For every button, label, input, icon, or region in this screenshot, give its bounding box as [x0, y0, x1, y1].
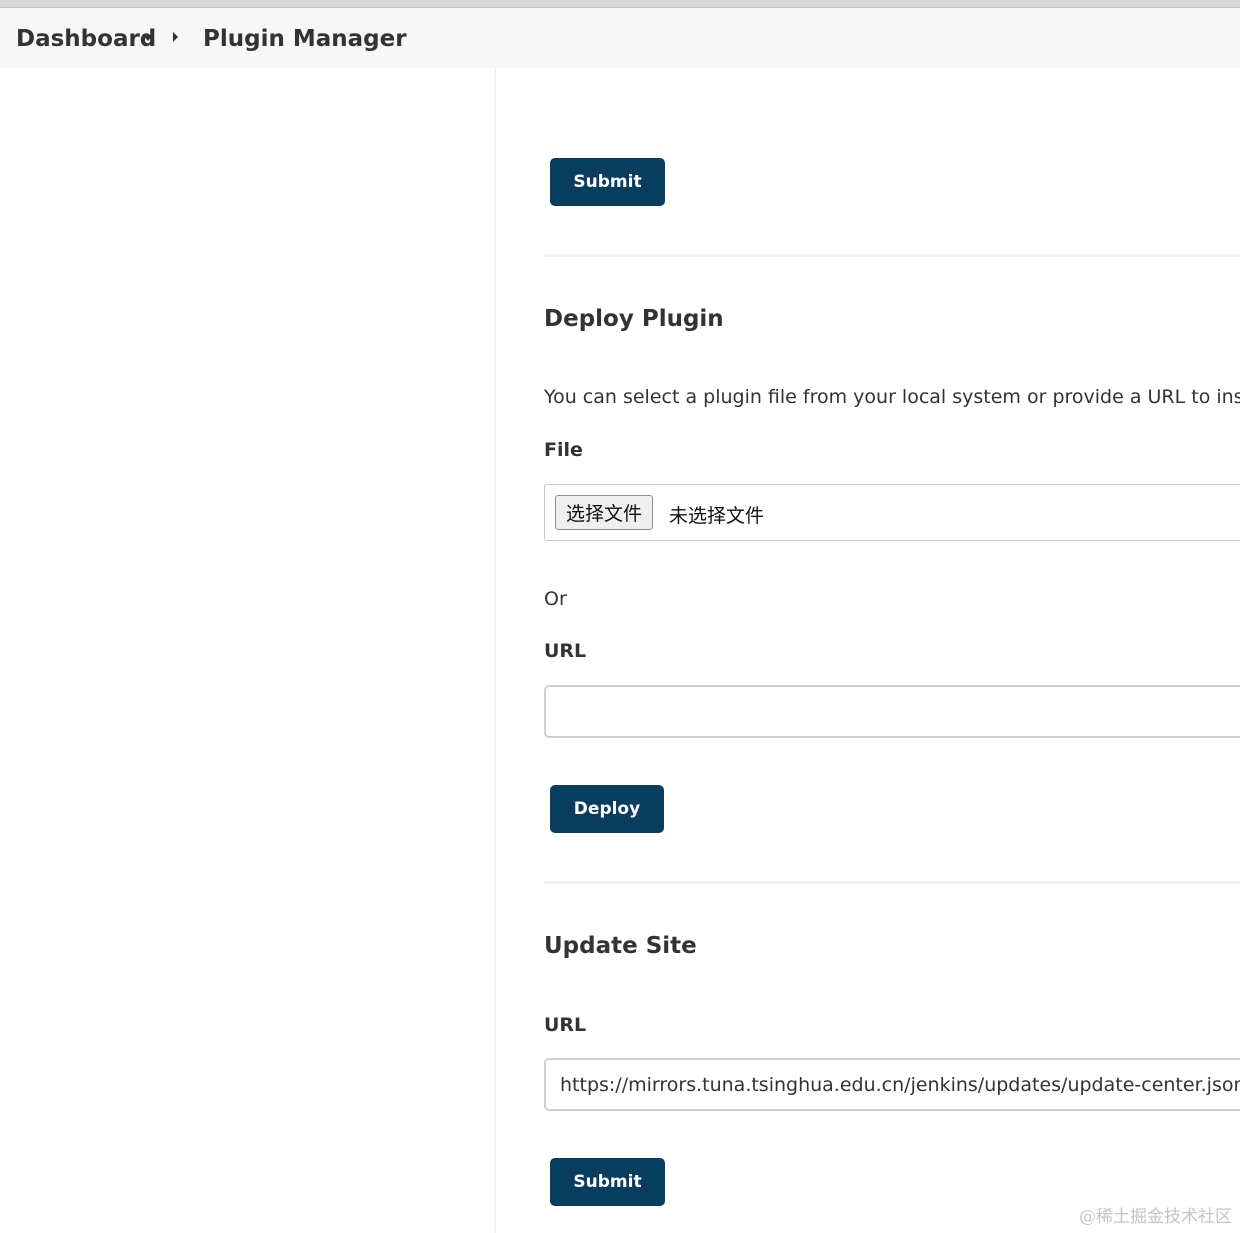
watermark: @稀土掘金技术社区: [1079, 1207, 1232, 1227]
or-text: Or: [544, 588, 567, 610]
deploy-button[interactable]: Deploy: [550, 785, 664, 833]
update-site-url-input[interactable]: https://mirrors.tuna.tsinghua.edu.cn/jen…: [544, 1058, 1240, 1111]
update-site-submit-button[interactable]: Submit: [550, 1158, 665, 1206]
file-status-text: 未选择文件: [669, 505, 765, 527]
breadcrumb: Dashboard Plugin Manager: [0, 8, 1240, 68]
proxy-submit-button[interactable]: Submit: [550, 158, 665, 206]
file-label: File: [544, 439, 583, 461]
breadcrumb-plugin-manager-link[interactable]: Plugin Manager: [203, 26, 407, 52]
browser-top-border: [0, 0, 1240, 8]
breadcrumb-separator-icon: [173, 32, 178, 42]
deploy-plugin-heading: Deploy Plugin: [544, 306, 724, 332]
choose-file-button[interactable]: 选择文件: [555, 495, 654, 530]
plugin-url-input[interactable]: [544, 685, 1240, 738]
breadcrumb-dashboard-link[interactable]: Dashboard: [16, 26, 156, 52]
section-divider: [544, 881, 1240, 884]
main-content: Submit Deploy Plugin You can select a pl…: [496, 68, 1240, 1233]
side-panel: [0, 68, 496, 1233]
section-divider: [544, 254, 1240, 257]
update-site-url-label: URL: [544, 1014, 587, 1036]
file-input[interactable]: 选择文件 未选择文件: [544, 484, 1240, 541]
update-site-heading: Update Site: [544, 933, 697, 959]
chevron-down-icon[interactable]: [143, 35, 153, 41]
plugin-url-label: URL: [544, 640, 587, 662]
deploy-plugin-description: You can select a plugin file from your l…: [544, 386, 1240, 408]
